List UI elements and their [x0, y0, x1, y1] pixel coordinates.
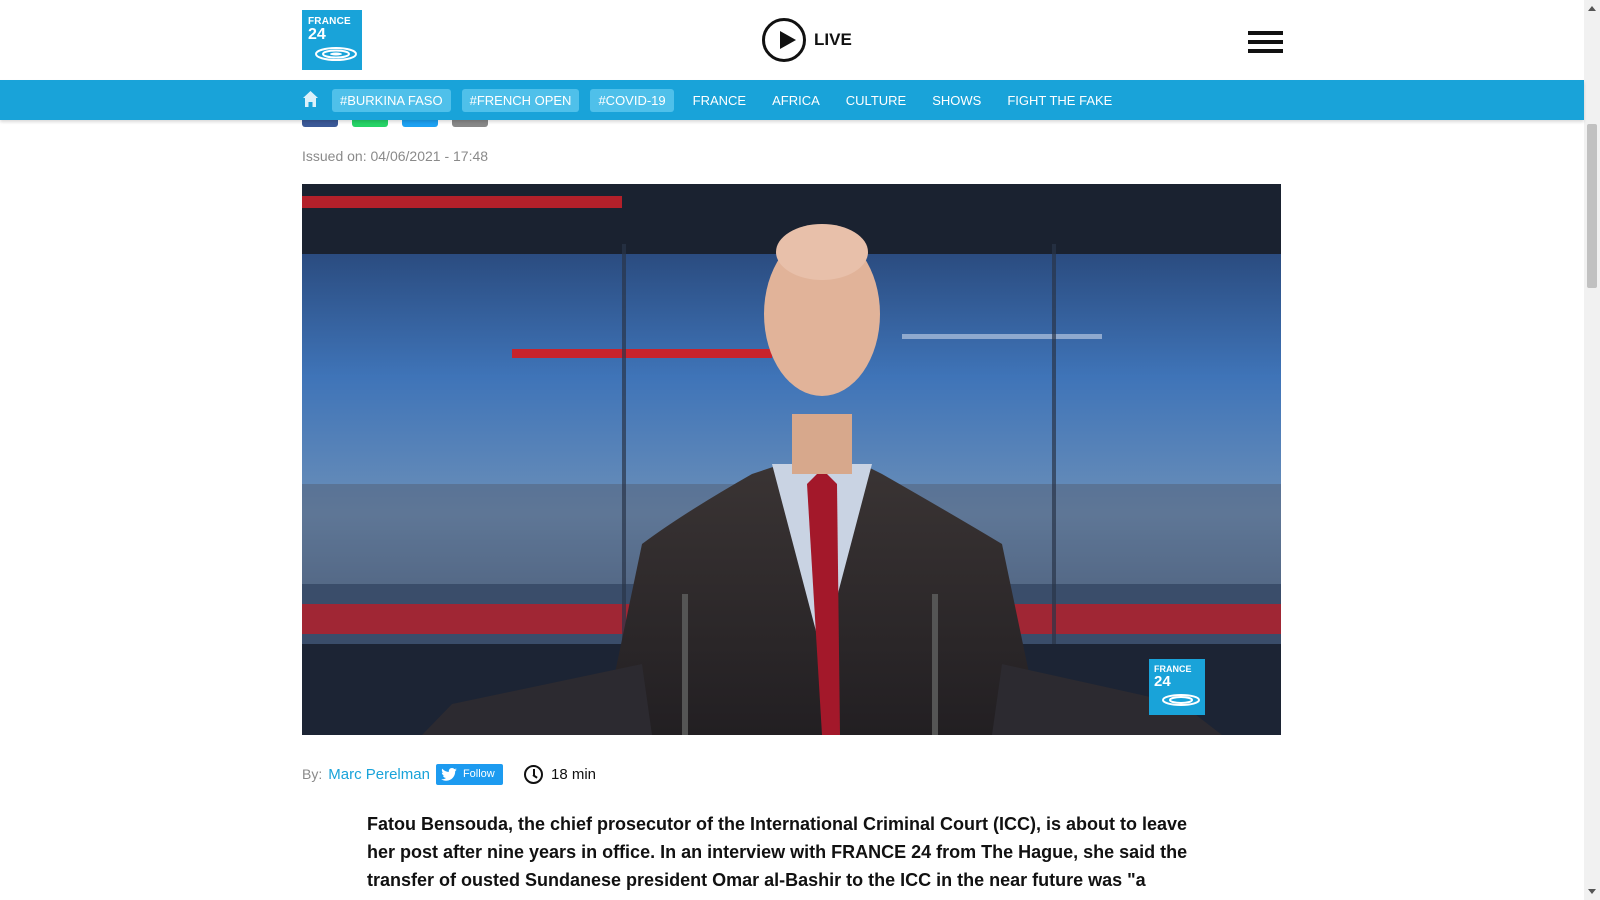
nav-tag-covid-19[interactable]: #COVID-19: [590, 88, 674, 112]
main-nav: #BURKINA FASO #FRENCH OPEN #COVID-19 FRA…: [0, 80, 1584, 120]
nav-link-shows[interactable]: SHOWS: [932, 93, 981, 108]
video-watermark-logo: FRANCE 24: [1149, 659, 1205, 715]
nav-link-france[interactable]: FRANCE: [693, 93, 746, 108]
byline-label: By:: [302, 766, 323, 782]
nav-link-africa[interactable]: AFRICA: [772, 93, 820, 108]
video-player[interactable]: FRANCE 24: [302, 184, 1281, 735]
nav-tag-burkina-faso[interactable]: #BURKINA FASO: [332, 88, 451, 112]
nav-link-culture[interactable]: CULTURE: [846, 93, 906, 108]
logo-swirl-icon: [315, 47, 357, 61]
follow-label: Follow: [462, 768, 495, 780]
watermark-swirl-icon: [1162, 694, 1200, 706]
video-frame-image: [302, 184, 1281, 735]
site-header: FRANCE 24 LIVE: [0, 0, 1584, 80]
twitter-bird-icon: [441, 767, 457, 781]
scrollbar-thumb[interactable]: [1587, 124, 1597, 288]
home-icon[interactable]: [302, 90, 319, 108]
article-lead: Fatou Bensouda, the chief prosecutor of …: [367, 814, 1188, 890]
read-time: 18 min: [524, 762, 596, 786]
nav-link-fight-the-fake[interactable]: FIGHT THE FAKE: [1007, 93, 1112, 108]
clock-icon: [524, 764, 543, 784]
scroll-down-arrow-icon[interactable]: [1588, 889, 1596, 894]
twitter-follow-button[interactable]: Follow: [435, 763, 503, 785]
author-link[interactable]: Marc Perelman: [328, 766, 430, 783]
hamburger-icon[interactable]: [1248, 31, 1283, 53]
play-icon: [762, 18, 806, 62]
france24-logo[interactable]: FRANCE 24: [302, 10, 362, 70]
nav-tag-french-open[interactable]: #FRENCH OPEN: [461, 88, 580, 112]
scroll-up-arrow-icon[interactable]: [1588, 6, 1596, 11]
byline: By: Marc Perelman Follow: [302, 762, 503, 786]
issued-date: Issued on: 04/06/2021 - 17:48: [302, 148, 489, 164]
live-label: LIVE: [814, 30, 852, 49]
live-button[interactable]: LIVE: [762, 18, 852, 62]
page-scrollbar[interactable]: [1584, 0, 1600, 900]
read-time-value: 18 min: [551, 765, 597, 783]
